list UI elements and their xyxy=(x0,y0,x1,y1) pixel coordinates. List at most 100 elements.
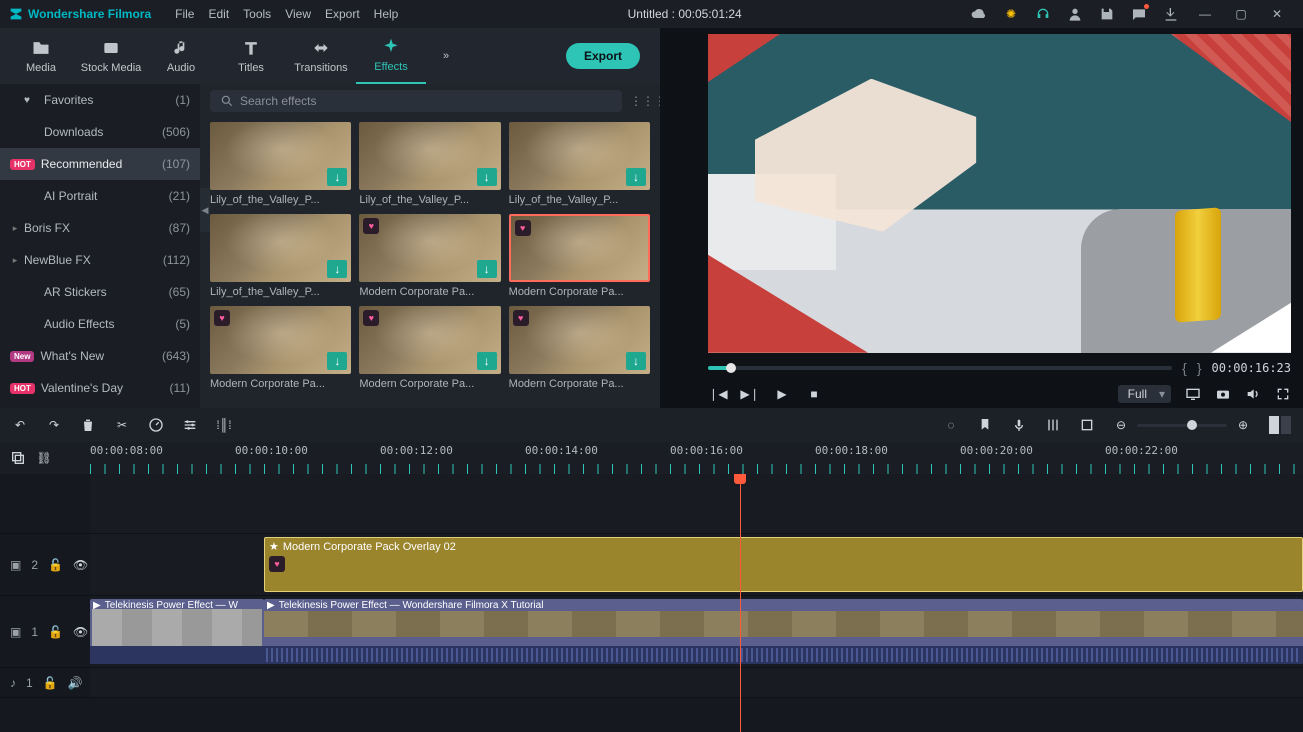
play-button[interactable]: ▶ xyxy=(774,386,790,402)
effect-thumbnail[interactable]: ♥↓ xyxy=(509,306,650,374)
voiceover-button[interactable] xyxy=(1011,417,1027,433)
seek-knob[interactable] xyxy=(726,363,736,373)
download-icon[interactable]: ↓ xyxy=(477,352,497,370)
sidebar-item-valentines[interactable]: HOTValentine's Day(11) xyxy=(0,372,200,404)
download-icon[interactable]: ↓ xyxy=(626,352,646,370)
sidebar-item-ai-portrait[interactable]: AI Portrait(21) xyxy=(0,180,200,212)
menu-help[interactable]: Help xyxy=(374,7,399,21)
crop-button[interactable] xyxy=(1079,417,1095,433)
clip-video-a[interactable]: ▶Telekinesis Power Effect — W xyxy=(90,599,264,664)
effect-item[interactable]: ♥↓Modern Corporate Pa... xyxy=(509,306,650,390)
quality-select[interactable]: Full xyxy=(1118,385,1171,403)
mark-in-icon[interactable]: { xyxy=(1182,360,1187,376)
zoom-slider[interactable] xyxy=(1137,424,1227,427)
account-icon[interactable] xyxy=(1067,6,1083,22)
zoom-out-button[interactable]: ⊖ xyxy=(1113,417,1129,433)
lock-icon[interactable]: 🔓 xyxy=(48,557,63,573)
timeline-view-toggle[interactable] xyxy=(1269,416,1291,434)
clip-video-b[interactable]: << Slow 0.50x ▼ ▶Telekinesis Power Effec… xyxy=(264,599,1303,664)
effect-thumbnail[interactable]: ↓ xyxy=(210,214,351,282)
effect-thumbnail[interactable]: ♥ xyxy=(509,214,650,282)
zoom-in-button[interactable]: ⊕ xyxy=(1235,417,1251,433)
sidebar-collapse-handle[interactable]: ◀ xyxy=(200,188,210,232)
maximize-button[interactable]: ▢ xyxy=(1223,7,1259,21)
eye-icon[interactable]: 👁 xyxy=(73,624,88,640)
display-icon[interactable] xyxy=(1185,386,1201,402)
link-icon[interactable]: ⛓ xyxy=(36,450,52,466)
download-icon[interactable] xyxy=(1163,6,1179,22)
delete-button[interactable] xyxy=(80,417,96,433)
menu-tools[interactable]: Tools xyxy=(243,7,271,21)
menu-edit[interactable]: Edit xyxy=(208,7,229,21)
effect-item[interactable]: ↓Lily_of_the_Valley_P... xyxy=(210,122,351,206)
effect-item[interactable]: ♥↓Modern Corporate Pa... xyxy=(359,214,500,298)
sidebar-item-downloads[interactable]: Downloads(506) xyxy=(0,116,200,148)
sidebar-item-audioeffects[interactable]: Audio Effects(5) xyxy=(0,308,200,340)
sidebar-item-recommended[interactable]: HOTRecommended(107) xyxy=(0,148,200,180)
search-input[interactable]: Search effects xyxy=(210,90,622,112)
next-frame-button[interactable]: ▶❘ xyxy=(742,386,758,402)
download-icon[interactable]: ↓ xyxy=(327,168,347,186)
fullscreen-icon[interactable] xyxy=(1275,386,1291,402)
tab-media[interactable]: Media xyxy=(6,28,76,84)
effect-item[interactable]: ♥Modern Corporate Pa... xyxy=(509,214,650,298)
audio-wave-button[interactable]: ⁞║⁞ xyxy=(216,417,232,433)
lock-icon[interactable]: 🔓 xyxy=(48,624,63,640)
tab-titles[interactable]: Titles xyxy=(216,28,286,84)
close-button[interactable]: ✕ xyxy=(1259,7,1295,21)
support-icon[interactable] xyxy=(1035,6,1051,22)
tab-audio[interactable]: Audio xyxy=(146,28,216,84)
tab-more[interactable]: » xyxy=(426,28,466,84)
playhead[interactable] xyxy=(740,474,741,732)
prev-frame-button[interactable]: ❘◀ xyxy=(710,386,726,402)
effect-item[interactable]: ↓Lily_of_the_Valley_P... xyxy=(359,122,500,206)
adjust-button[interactable] xyxy=(182,417,198,433)
download-icon[interactable]: ↓ xyxy=(477,260,497,278)
download-icon[interactable]: ↓ xyxy=(327,260,347,278)
preview-canvas[interactable] xyxy=(708,34,1291,353)
speed-button[interactable] xyxy=(148,417,164,433)
zoom-knob[interactable] xyxy=(1187,420,1197,430)
duplicate-track-icon[interactable] xyxy=(10,450,26,466)
stop-button[interactable]: ■ xyxy=(806,386,822,402)
sidebar-item-borisfx[interactable]: ▸Boris FX(87) xyxy=(0,212,200,244)
redo-button[interactable]: ↷ xyxy=(46,417,62,433)
sidebar-item-newblue[interactable]: ▸NewBlue FX(112) xyxy=(0,244,200,276)
effect-thumbnail[interactable]: ♥↓ xyxy=(210,306,351,374)
effect-thumbnail[interactable]: ↓ xyxy=(509,122,650,190)
lock-icon[interactable]: 🔓 xyxy=(43,675,58,691)
mixer-button[interactable] xyxy=(1045,417,1061,433)
sidebar-item-favorites[interactable]: ♥Favorites(1) xyxy=(0,84,200,116)
effect-thumbnail[interactable]: ♥↓ xyxy=(359,306,500,374)
tab-effects[interactable]: Effects xyxy=(356,28,426,84)
marker-button[interactable] xyxy=(977,417,993,433)
speaker-icon[interactable]: 🔊 xyxy=(68,675,83,691)
download-icon[interactable]: ↓ xyxy=(477,168,497,186)
eye-icon[interactable]: 👁 xyxy=(73,557,88,573)
menu-file[interactable]: File xyxy=(175,7,194,21)
view-grid-icon[interactable]: ⋮⋮⋮ xyxy=(630,94,650,108)
sidebar-item-whatsnew[interactable]: NewWhat's New(643) xyxy=(0,340,200,372)
mark-out-icon[interactable]: } xyxy=(1197,360,1202,376)
message-icon[interactable] xyxy=(1131,6,1147,22)
undo-button[interactable]: ↶ xyxy=(12,417,28,433)
download-icon[interactable]: ↓ xyxy=(626,168,646,186)
seek-slider[interactable] xyxy=(708,366,1172,370)
effect-thumbnail[interactable]: ↓ xyxy=(359,122,500,190)
timeline-ruler[interactable]: 00:00:08:0000:00:10:0000:00:12:0000:00:1… xyxy=(90,442,1303,474)
sidebar-item-arstickers[interactable]: AR Stickers(65) xyxy=(0,276,200,308)
snapshot-icon[interactable] xyxy=(1215,386,1231,402)
minimize-button[interactable]: — xyxy=(1187,7,1223,21)
effect-item[interactable]: ♥↓Modern Corporate Pa... xyxy=(210,306,351,390)
save-icon[interactable] xyxy=(1099,6,1115,22)
tab-stock[interactable]: Stock Media xyxy=(76,28,146,84)
tip-icon[interactable]: ✺ xyxy=(1003,6,1019,22)
effect-item[interactable]: ♥↓Modern Corporate Pa... xyxy=(359,306,500,390)
effect-item[interactable]: ↓Lily_of_the_Valley_P... xyxy=(509,122,650,206)
effect-item[interactable]: ↓Lily_of_the_Valley_P... xyxy=(210,214,351,298)
export-button[interactable]: Export xyxy=(566,43,640,69)
effect-thumbnail[interactable]: ♥↓ xyxy=(359,214,500,282)
menu-view[interactable]: View xyxy=(285,7,311,21)
clip-overlay[interactable]: ★Modern Corporate Pack Overlay 02 ♥ xyxy=(264,537,1303,592)
split-button[interactable]: ✂ xyxy=(114,417,130,433)
